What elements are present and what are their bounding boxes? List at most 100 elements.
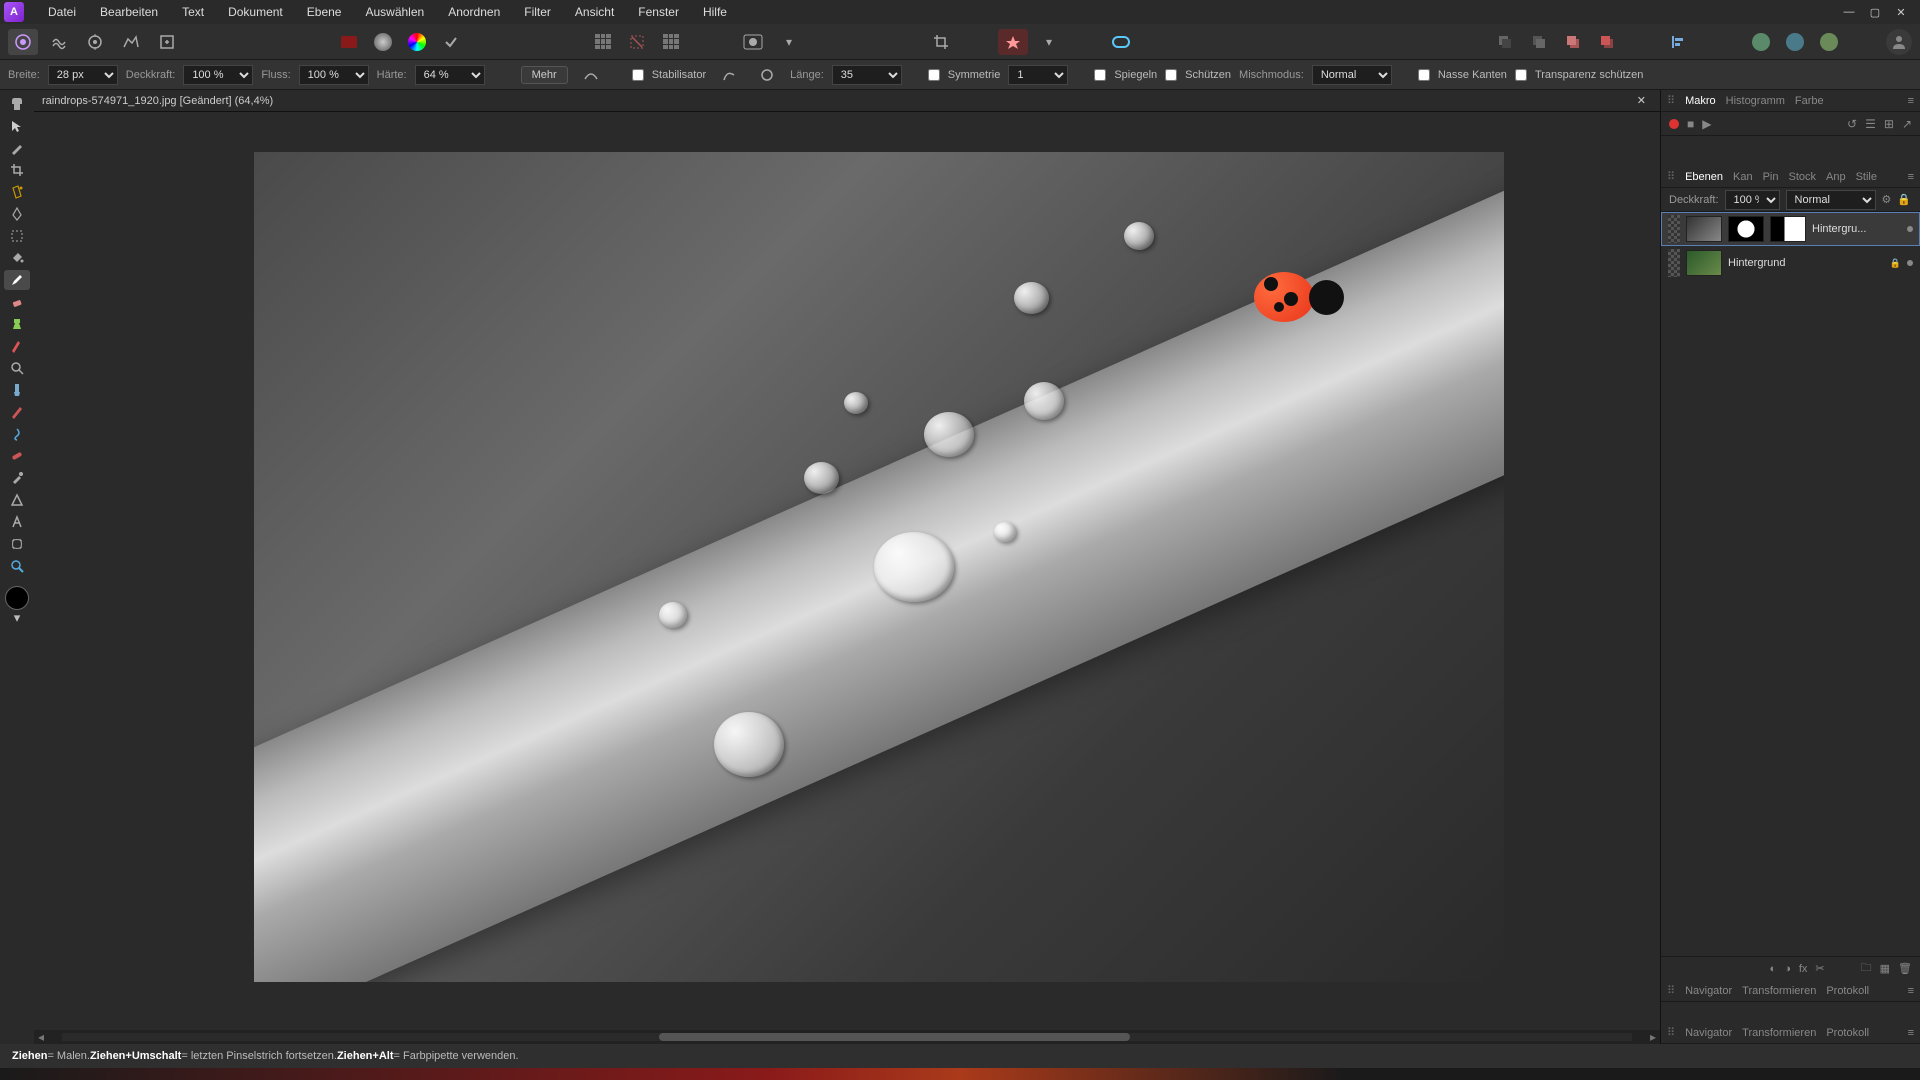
tab-anp[interactable]: Anp: [1826, 171, 1846, 183]
export-persona-icon[interactable]: [152, 29, 182, 55]
menu-filter[interactable]: Filter: [512, 0, 563, 24]
canvas-viewport[interactable]: [34, 112, 1660, 1030]
swap-colors-icon[interactable]: ▾: [4, 612, 30, 624]
liquify-tool-icon[interactable]: [4, 424, 30, 444]
layer-opacity-input[interactable]: 100 %: [1725, 190, 1780, 210]
protect-alpha-checkbox[interactable]: [1515, 69, 1527, 81]
tab-stile[interactable]: Stile: [1856, 171, 1877, 183]
pressure-icon[interactable]: [576, 62, 606, 88]
inpaint-tool-icon[interactable]: [4, 336, 30, 356]
stop-icon[interactable]: ■: [1687, 117, 1694, 131]
more-button[interactable]: Mehr: [521, 66, 568, 84]
zoom-tool-icon[interactable]: [4, 556, 30, 576]
layer-visibility-icon[interactable]: [1668, 215, 1680, 243]
width-input[interactable]: 28 px: [48, 65, 118, 85]
menu-fenster[interactable]: Fenster: [626, 0, 691, 24]
retouch-tool-icon[interactable]: [4, 380, 30, 400]
photo-persona-icon[interactable]: [8, 29, 38, 55]
tab-pin[interactable]: Pin: [1763, 171, 1779, 183]
record-icon[interactable]: [1669, 119, 1679, 129]
flood-select-icon[interactable]: [4, 182, 30, 202]
liquify-persona-icon[interactable]: [44, 29, 74, 55]
healing-tool-icon[interactable]: [4, 446, 30, 466]
play-icon[interactable]: ▶: [1702, 117, 1711, 131]
color-picker-icon[interactable]: [4, 468, 30, 488]
hscroll-thumb[interactable]: [659, 1033, 1130, 1041]
mirror-checkbox[interactable]: [1094, 69, 1106, 81]
document-tab-title[interactable]: raindrops-574971_1920.jpg [Geändert] (64…: [42, 95, 273, 107]
tab-farbe[interactable]: Farbe: [1795, 95, 1824, 107]
tab-ebenen[interactable]: Ebenen: [1685, 171, 1723, 183]
tab-protokoll[interactable]: Protokoll: [1826, 985, 1869, 997]
tone-mapping-persona-icon[interactable]: [116, 29, 146, 55]
symmetry-checkbox[interactable]: [928, 69, 940, 81]
horizontal-scrollbar[interactable]: ◂ ▸: [34, 1030, 1660, 1044]
navigator-panel-menu-icon[interactable]: ≡: [1908, 985, 1914, 997]
menu-datei[interactable]: Datei: [36, 0, 88, 24]
erase-tool-icon[interactable]: [4, 292, 30, 312]
invert-selection-icon[interactable]: [656, 29, 686, 55]
paint-brush-icon[interactable]: [4, 270, 30, 290]
swatch-red-icon[interactable]: [334, 29, 364, 55]
clone-tool-icon[interactable]: [4, 314, 30, 334]
tab-navigator-2[interactable]: Navigator: [1685, 1027, 1732, 1039]
macro-add-icon[interactable]: ⊞: [1884, 117, 1894, 131]
selection-brush-icon[interactable]: [4, 138, 30, 158]
move-front-icon[interactable]: [1592, 29, 1622, 55]
layer-visibility-icon[interactable]: [1668, 249, 1680, 277]
vr-icon[interactable]: [1106, 29, 1136, 55]
macro-panel-menu-icon[interactable]: ≡: [1908, 95, 1914, 107]
layer-gear-icon[interactable]: ⚙: [1882, 193, 1892, 206]
tab-makro[interactable]: Makro: [1685, 95, 1716, 107]
menu-ebene[interactable]: Ebene: [295, 0, 354, 24]
move-back-icon[interactable]: [1490, 29, 1520, 55]
maximize-icon[interactable]: ▢: [1868, 5, 1882, 19]
move-forward-icon[interactable]: [1558, 29, 1588, 55]
document-tab-close-icon[interactable]: ✕: [1631, 94, 1652, 107]
layer-row[interactable]: Hintergrund 🔒: [1661, 246, 1920, 280]
select-all-icon[interactable]: [588, 29, 618, 55]
layer-row[interactable]: Hintergru...: [1661, 212, 1920, 246]
swatch-grey-icon[interactable]: [368, 29, 398, 55]
fx-layer-icon[interactable]: fx: [1799, 963, 1808, 975]
mesh-warp-icon[interactable]: [4, 534, 30, 554]
quickmask-dropdown-icon[interactable]: ▾: [774, 29, 804, 55]
menu-auswaehlen[interactable]: Auswählen: [353, 0, 436, 24]
assistant-icon[interactable]: [998, 29, 1028, 55]
layer-visibility-dot[interactable]: [1907, 260, 1913, 266]
navigator2-panel-menu-icon[interactable]: ≡: [1908, 1027, 1914, 1039]
crop-tool-icon[interactable]: [4, 160, 30, 180]
tab-navigator[interactable]: Navigator: [1685, 985, 1732, 997]
tab-protokoll-2[interactable]: Protokoll: [1826, 1027, 1869, 1039]
swatch-wheel-icon[interactable]: [402, 29, 432, 55]
wet-edges-checkbox[interactable]: [1418, 69, 1430, 81]
layer-visibility-dot[interactable]: [1907, 226, 1913, 232]
crop-icon[interactable]: [926, 29, 956, 55]
menu-dokument[interactable]: Dokument: [216, 0, 295, 24]
length-input[interactable]: 35: [832, 65, 902, 85]
pen-tool-icon[interactable]: [4, 204, 30, 224]
crop-layer-icon[interactable]: ✂: [1815, 962, 1824, 975]
account-icon[interactable]: [1886, 29, 1912, 55]
view-tool-icon[interactable]: [4, 94, 30, 114]
add-shapes-icon[interactable]: [1746, 29, 1776, 55]
layer-blend-select[interactable]: Normal: [1786, 190, 1876, 210]
shape-tool-icon[interactable]: [4, 490, 30, 510]
subtract-shapes-icon[interactable]: [1780, 29, 1810, 55]
move-tool-icon[interactable]: [4, 116, 30, 136]
menu-hilfe[interactable]: Hilfe: [691, 0, 739, 24]
fill-tool-icon[interactable]: [4, 248, 30, 268]
minimize-icon[interactable]: —: [1842, 5, 1856, 19]
autocolor-icon[interactable]: [436, 29, 466, 55]
group-layer-icon[interactable]: 🗀: [1861, 959, 1872, 978]
menu-anordnen[interactable]: Anordnen: [436, 0, 512, 24]
menu-text[interactable]: Text: [170, 0, 216, 24]
marquee-tool-icon[interactable]: [4, 226, 30, 246]
assistant-dropdown-icon[interactable]: ▾: [1034, 29, 1064, 55]
tab-stock[interactable]: Stock: [1788, 171, 1816, 183]
layer-lock-icon[interactable]: 🔒: [1897, 193, 1911, 206]
tab-transformieren-2[interactable]: Transformieren: [1742, 1027, 1816, 1039]
layers-panel-menu-icon[interactable]: ≡: [1908, 171, 1914, 183]
macro-list-icon[interactable]: ☰: [1865, 117, 1876, 131]
dodge-tool-icon[interactable]: [4, 358, 30, 378]
